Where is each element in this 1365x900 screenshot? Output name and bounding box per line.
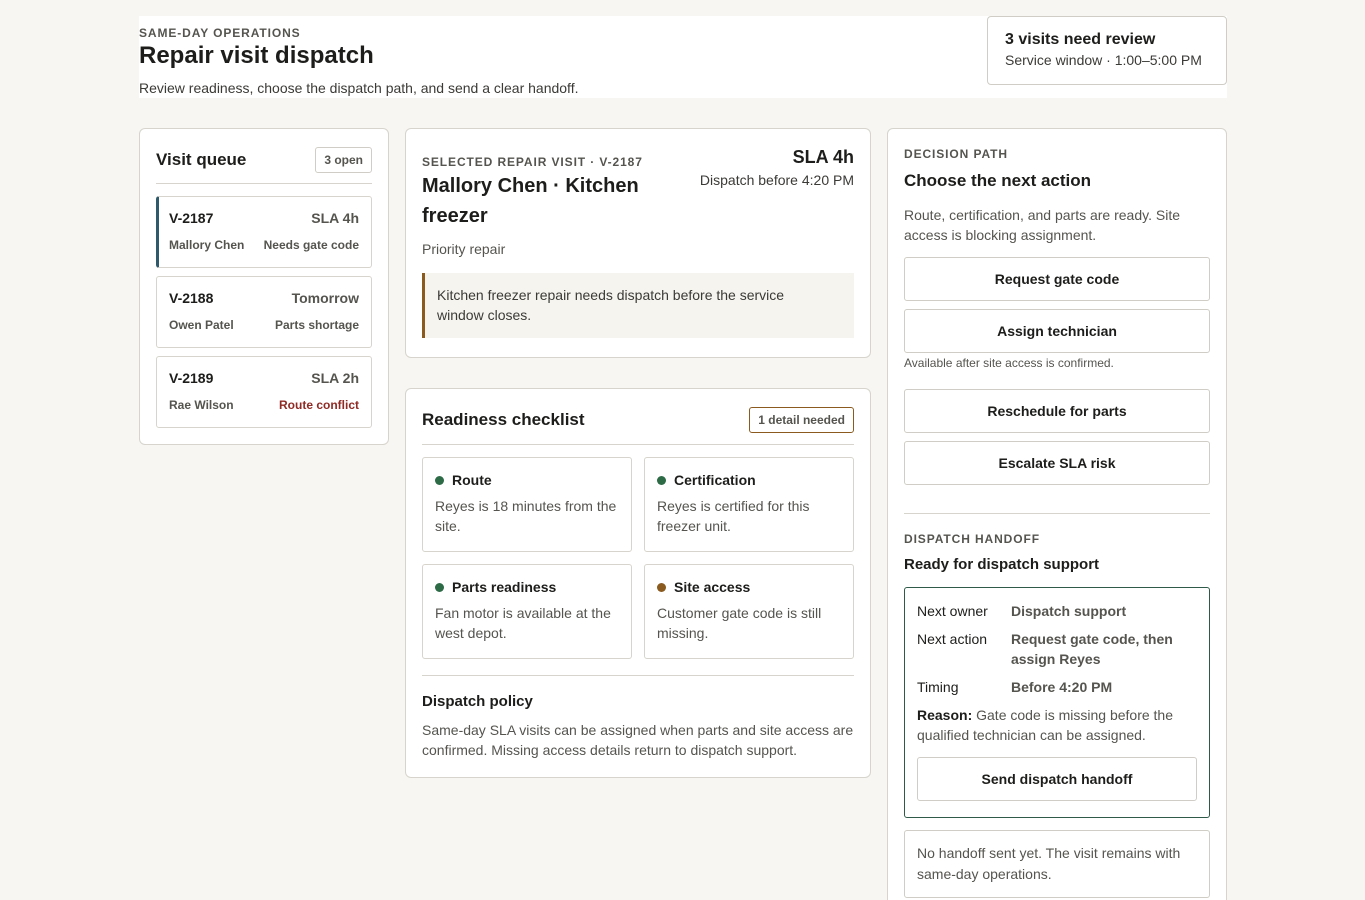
action-value: Request gate code, then assign Reyes — [1010, 631, 1173, 667]
decision-eyebrow: DECISION PATH — [904, 147, 1008, 161]
visit-customer: Owen Patel — [169, 318, 234, 332]
page-subtitle: Review readiness, choose the dispatch pa… — [139, 80, 579, 96]
reason-label: Reason: — [917, 707, 973, 723]
visit-sla: Tomorrow — [291, 290, 359, 306]
status-ok-icon — [435, 582, 444, 592]
visit-customer: Mallory Chen — [169, 238, 245, 252]
reschedule-button[interactable]: Reschedule for parts — [904, 389, 1210, 433]
escalate-button[interactable]: Escalate SLA risk — [904, 441, 1210, 485]
checklist-item-name: Site access — [674, 579, 751, 595]
visit-id: V-2189 — [169, 370, 214, 386]
visit-item-v-2187[interactable]: V-2187 SLA 4h Mallory Chen Needs gate co… — [156, 196, 372, 268]
selected-visit-card: SELECTED REPAIR VISIT · V-2187 Mallory C… — [405, 128, 871, 358]
checklist-item-desc: Reyes is certified for this freezer unit… — [657, 498, 810, 534]
page-title: Repair visit dispatch — [139, 42, 374, 69]
review-title: 3 visits need review — [1005, 31, 1156, 48]
decision-text: Route, certification, and parts are read… — [904, 207, 1180, 243]
detail-needed-badge: 1 detail needed — [749, 407, 854, 433]
queue-count-badge: 3 open — [315, 147, 372, 173]
owner-value: Dispatch support — [1010, 603, 1127, 619]
visit-status: Route conflict — [279, 398, 359, 412]
handoff-eyebrow: DISPATCH HANDOFF — [904, 532, 1040, 546]
checklist-item-desc: Reyes is 18 minutes from the site. — [435, 498, 617, 534]
handoff-title: Ready for dispatch support — [904, 556, 1100, 573]
checklist-item-desc: Customer gate code is still missing. — [657, 605, 822, 641]
policy-text: Same-day SLA visits can be assigned when… — [422, 722, 854, 758]
checklist-item-route: Route Reyes is 18 minutes from the site. — [422, 457, 632, 552]
divider — [904, 513, 1210, 514]
visit-id: V-2188 — [169, 290, 214, 306]
decision-panel: DECISION PATH Choose the next action Rou… — [887, 128, 1227, 900]
visit-note: Kitchen freezer repair needs dispatch be… — [422, 273, 854, 338]
owner-label: Next owner — [917, 603, 988, 619]
assign-technician-button[interactable]: Assign technician — [904, 309, 1210, 353]
divider — [156, 183, 372, 184]
visit-status: Parts shortage — [274, 318, 359, 332]
visit-item-v-2189[interactable]: V-2189 SLA 2h Rae Wilson Route conflict — [156, 356, 372, 428]
request-gate-code-button[interactable]: Request gate code — [904, 257, 1210, 301]
readiness-checklist: Readiness checklist 1 detail needed Rout… — [405, 388, 871, 778]
handoff-summary: Next owner Dispatch support Next action … — [904, 587, 1210, 818]
timing-value: Before 4:20 PM — [1010, 679, 1113, 695]
visit-id: V-2187 — [169, 210, 214, 226]
checklist-item-desc: Fan motor is available at the west depot… — [435, 605, 611, 641]
review-summary: 3 visits need review Service window · 1:… — [987, 16, 1227, 85]
service-window: Service window · 1:00–5:00 PM — [1005, 52, 1202, 68]
handoff-status: No handoff sent yet. The visit remains w… — [904, 830, 1210, 898]
checklist-item-certification: Certification Reyes is certified for thi… — [644, 457, 854, 552]
queue-title: Visit queue — [156, 150, 247, 169]
status-ok-icon — [435, 475, 444, 485]
dispatch-deadline: Dispatch before 4:20 PM — [699, 172, 854, 188]
status-warning-icon — [657, 582, 666, 592]
visit-queue: Visit queue 3 open V-2187 SLA 4h Mallory… — [139, 128, 389, 445]
policy-title: Dispatch policy — [422, 693, 533, 710]
visit-customer: Rae Wilson — [169, 398, 234, 412]
checklist-item-name: Route — [452, 472, 492, 488]
visit-item-v-2188[interactable]: V-2188 Tomorrow Owen Patel Parts shortag… — [156, 276, 372, 348]
divider — [422, 444, 854, 445]
selected-visit-eyebrow: SELECTED REPAIR VISIT · V-2187 — [422, 155, 643, 169]
send-handoff-button[interactable]: Send dispatch handoff — [917, 757, 1197, 801]
visit-sla: SLA 4h — [311, 210, 359, 226]
handoff-reason: Reason: Gate code is missing before the … — [917, 705, 1197, 745]
checklist-item-site-access: Site access Customer gate code is still … — [644, 564, 854, 659]
divider — [422, 675, 854, 676]
timing-label: Timing — [917, 679, 959, 695]
page-header: SAME-DAY OPERATIONS Repair visit dispatc… — [139, 16, 1227, 98]
decision-title: Choose the next action — [904, 171, 1092, 190]
assign-hint: Available after site access is confirmed… — [904, 356, 1114, 370]
priority-label: Priority repair — [422, 241, 506, 257]
sla-label: SLA 4h — [792, 147, 854, 167]
action-label: Next action — [917, 631, 988, 647]
selected-visit-title: Mallory Chen · Kitchen freezer — [422, 175, 639, 227]
checklist-title: Readiness checklist — [422, 410, 585, 429]
visit-status: Needs gate code — [263, 238, 359, 252]
visit-sla: SLA 2h — [311, 370, 359, 386]
header-eyebrow: SAME-DAY OPERATIONS — [139, 26, 301, 40]
checklist-item-name: Parts readiness — [452, 579, 557, 595]
checklist-item-name: Certification — [674, 472, 756, 488]
status-ok-icon — [657, 475, 666, 485]
checklist-item-parts: Parts readiness Fan motor is available a… — [422, 564, 632, 659]
